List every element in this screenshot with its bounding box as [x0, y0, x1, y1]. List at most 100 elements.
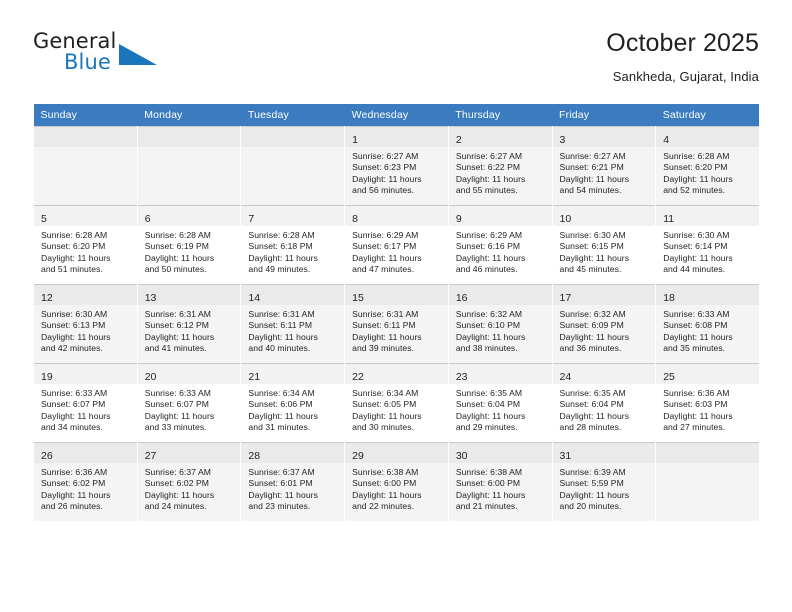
day-number-bar: 14	[241, 285, 345, 305]
day-number-bar: 9	[448, 206, 552, 226]
weekday-header-saturday: Saturday	[655, 104, 760, 127]
sunset-text: Sunset: 6:23 PM	[352, 162, 417, 173]
calendar-day-cell[interactable]: 7 Sunrise: 6:28 AM Sunset: 6:18 PM Daylight…	[241, 206, 345, 284]
day-details: Sunrise: 6:31 AM Sunset: 6:11 PM Daylight:…	[345, 305, 448, 355]
calendar-day-cell[interactable]: 23 Sunrise: 6:35 AM Sunset: 6:04 PM Dayligh…	[448, 364, 552, 442]
daylight-text-line1: Daylight: 11 hours	[663, 173, 733, 184]
sunset-text: Sunset: 6:02 PM	[144, 478, 209, 489]
sunrise-text: Sunrise: 6:31 AM	[248, 309, 315, 319]
calendar-day-cell[interactable]: 20 Sunrise: 6:33 AM Sunset: 6:07 PM Dayligh…	[137, 364, 241, 442]
calendar-day-cell[interactable]: 15 Sunrise: 6:31 AM Sunset: 6:11 PM Dayligh…	[345, 285, 448, 363]
daylight-text-line2: and 33 minutes.	[144, 422, 207, 433]
day-number-bar: 17	[552, 285, 656, 305]
calendar-day-cell[interactable]: 18 Sunrise: 6:33 AM Sunset: 6:08 PM Dayligh…	[656, 285, 759, 363]
daylight-text-line2: and 22 minutes.	[352, 501, 415, 512]
sunrise-text: Sunrise: 6:35 AM	[559, 388, 626, 398]
daylight-text-line1: Daylight: 11 hours	[663, 331, 733, 342]
calendar-day-cell[interactable]: 26 Sunrise: 6:36 AM Sunset: 6:02 PM Dayligh…	[34, 443, 137, 521]
daylight-text-line2: and 27 minutes.	[663, 422, 726, 433]
calendar-day-cell[interactable]: 8 Sunrise: 6:29 AM Sunset: 6:17 PM Daylight…	[345, 206, 448, 284]
day-details: Sunrise: 6:33 AM Sunset: 6:07 PM Daylight:…	[34, 384, 137, 434]
calendar-day-cell[interactable]: 5 Sunrise: 6:28 AM Sunset: 6:20 PM Daylight…	[34, 206, 137, 284]
day-number-bar: 1	[345, 127, 448, 147]
day-number-bar: 8	[345, 206, 448, 226]
daylight-text-line1: Daylight: 11 hours	[248, 410, 318, 421]
sunset-text: Sunset: 6:00 PM	[352, 478, 417, 489]
calendar-day-cell[interactable]: 13 Sunrise: 6:31 AM Sunset: 6:12 PM Dayligh…	[137, 285, 241, 363]
calendar-day-cell[interactable]: 1 Sunrise: 6:27 AM Sunset: 6:23 PM Daylight…	[345, 127, 448, 205]
day-number: 14	[248, 292, 261, 304]
calendar-week-row: 1 Sunrise: 6:27 AM Sunset: 6:23 PM Daylight…	[33, 126, 760, 206]
day-number: 13	[144, 292, 157, 304]
calendar-day-cell[interactable]: 22 Sunrise: 6:34 AM Sunset: 6:05 PM Dayligh…	[345, 364, 448, 442]
daylight-text-line1: Daylight: 11 hours	[559, 173, 630, 184]
calendar-day-cell[interactable]: 10 Sunrise: 6:30 AM Sunset: 6:15 PM Dayligh…	[552, 206, 656, 284]
daylight-text-line2: and 49 minutes.	[248, 264, 311, 275]
calendar-day-cell[interactable]: 25 Sunrise: 6:36 AM Sunset: 6:03 PM Dayligh…	[656, 364, 759, 442]
weekday-header-monday: Monday	[137, 104, 241, 127]
calendar-day-cell[interactable]: 21 Sunrise: 6:34 AM Sunset: 6:06 PM Dayligh…	[241, 364, 345, 442]
sunrise-text: Sunrise: 6:39 AM	[559, 467, 626, 477]
day-details: Sunrise: 6:34 AM Sunset: 6:05 PM Daylight:…	[345, 384, 448, 434]
brand-logo[interactable]: General Blue	[33, 28, 273, 88]
weekday-header-friday: Friday	[552, 104, 656, 127]
calendar-day-cell[interactable]: 4 Sunrise: 6:28 AM Sunset: 6:20 PM Daylight…	[656, 127, 759, 205]
sunset-text: Sunset: 6:17 PM	[352, 241, 417, 252]
calendar-day-cell[interactable]: 16 Sunrise: 6:32 AM Sunset: 6:10 PM Dayligh…	[448, 285, 552, 363]
daylight-text-line2: and 28 minutes.	[559, 422, 622, 433]
daylight-text-line1: Daylight: 11 hours	[248, 331, 318, 342]
day-details: Sunrise: 6:37 AM Sunset: 6:01 PM Daylight:…	[241, 463, 344, 513]
daylight-text-line2: and 46 minutes.	[455, 264, 518, 275]
sunrise-text: Sunrise: 6:31 AM	[144, 309, 211, 319]
day-number: 2	[455, 134, 462, 146]
day-number: 6	[144, 213, 151, 225]
calendar-day-cell[interactable]: 11 Sunrise: 6:30 AM Sunset: 6:14 PM Dayligh…	[656, 206, 759, 284]
day-number: 29	[352, 450, 364, 462]
sunset-text: Sunset: 6:11 PM	[248, 320, 313, 331]
calendar-day-cell[interactable]: 24 Sunrise: 6:35 AM Sunset: 6:04 PM Dayligh…	[552, 364, 656, 442]
daylight-text-line1: Daylight: 11 hours	[248, 489, 318, 500]
daylight-text-line1: Daylight: 11 hours	[559, 410, 630, 421]
calendar-day-cell[interactable]: 17 Sunrise: 6:32 AM Sunset: 6:09 PM Dayligh…	[552, 285, 656, 363]
calendar-day-cell[interactable]: 27 Sunrise: 6:37 AM Sunset: 6:02 PM Dayligh…	[137, 443, 241, 521]
sunset-text: Sunset: 6:05 PM	[352, 399, 417, 410]
sunrise-text: Sunrise: 6:32 AM	[455, 309, 523, 319]
daylight-text-line1: Daylight: 11 hours	[663, 410, 733, 421]
daylight-text-line1: Daylight: 11 hours	[41, 410, 111, 421]
calendar-day-cell[interactable]: 3 Sunrise: 6:27 AM Sunset: 6:21 PM Daylight…	[552, 127, 656, 205]
calendar-day-cell[interactable]: 29 Sunrise: 6:38 AM Sunset: 6:00 PM Dayligh…	[345, 443, 448, 521]
calendar-day-cell[interactable]: 30 Sunrise: 6:38 AM Sunset: 6:00 PM Dayligh…	[448, 443, 552, 521]
day-number: 18	[663, 292, 675, 304]
sunset-text: Sunset: 6:04 PM	[455, 399, 521, 410]
day-number-bar: 4	[656, 127, 759, 147]
calendar-day-cell[interactable]: 14 Sunrise: 6:31 AM Sunset: 6:11 PM Dayligh…	[241, 285, 345, 363]
day-number: 24	[559, 371, 572, 383]
day-number-bar: 19	[34, 364, 137, 384]
daylight-text-line1: Daylight: 11 hours	[455, 331, 526, 342]
sunrise-text: Sunrise: 6:33 AM	[663, 309, 730, 319]
calendar-day-cell-empty	[137, 127, 241, 205]
calendar-day-cell[interactable]: 2 Sunrise: 6:27 AM Sunset: 6:22 PM Daylight…	[448, 127, 552, 205]
sunset-text: Sunset: 6:04 PM	[559, 399, 624, 410]
daylight-text-line2: and 29 minutes.	[455, 422, 518, 433]
sunset-text: Sunset: 6:10 PM	[455, 320, 521, 331]
weekday-header-sunday: Sunday	[33, 104, 138, 127]
daylight-text-line1: Daylight: 11 hours	[352, 173, 422, 184]
sunset-text: Sunset: 6:03 PM	[663, 399, 728, 410]
daylight-text-line2: and 40 minutes.	[248, 343, 311, 354]
day-number: 17	[559, 292, 572, 304]
day-number: 9	[455, 213, 462, 225]
calendar-body: 1 Sunrise: 6:27 AM Sunset: 6:23 PM Daylight…	[33, 126, 760, 521]
day-number: 19	[41, 371, 53, 383]
daylight-text-line1: Daylight: 11 hours	[144, 252, 215, 263]
sunset-text: Sunset: 6:20 PM	[41, 241, 106, 252]
sunrise-text: Sunrise: 6:37 AM	[248, 467, 315, 477]
calendar-day-cell[interactable]: 28 Sunrise: 6:37 AM Sunset: 6:01 PM Dayligh…	[241, 443, 345, 521]
daylight-text-line2: and 20 minutes.	[559, 501, 622, 512]
calendar-day-cell[interactable]: 9 Sunrise: 6:29 AM Sunset: 6:16 PM Daylight…	[448, 206, 552, 284]
calendar-day-cell[interactable]: 12 Sunrise: 6:30 AM Sunset: 6:13 PM Dayligh…	[34, 285, 137, 363]
calendar-day-cell[interactable]: 6 Sunrise: 6:28 AM Sunset: 6:19 PM Daylight…	[137, 206, 241, 284]
weekday-header-thursday: Thursday	[448, 104, 553, 127]
calendar-day-cell[interactable]: 31 Sunrise: 6:39 AM Sunset: 5:59 PM Dayligh…	[552, 443, 656, 521]
calendar-day-cell[interactable]: 19 Sunrise: 6:33 AM Sunset: 6:07 PM Dayligh…	[34, 364, 137, 442]
